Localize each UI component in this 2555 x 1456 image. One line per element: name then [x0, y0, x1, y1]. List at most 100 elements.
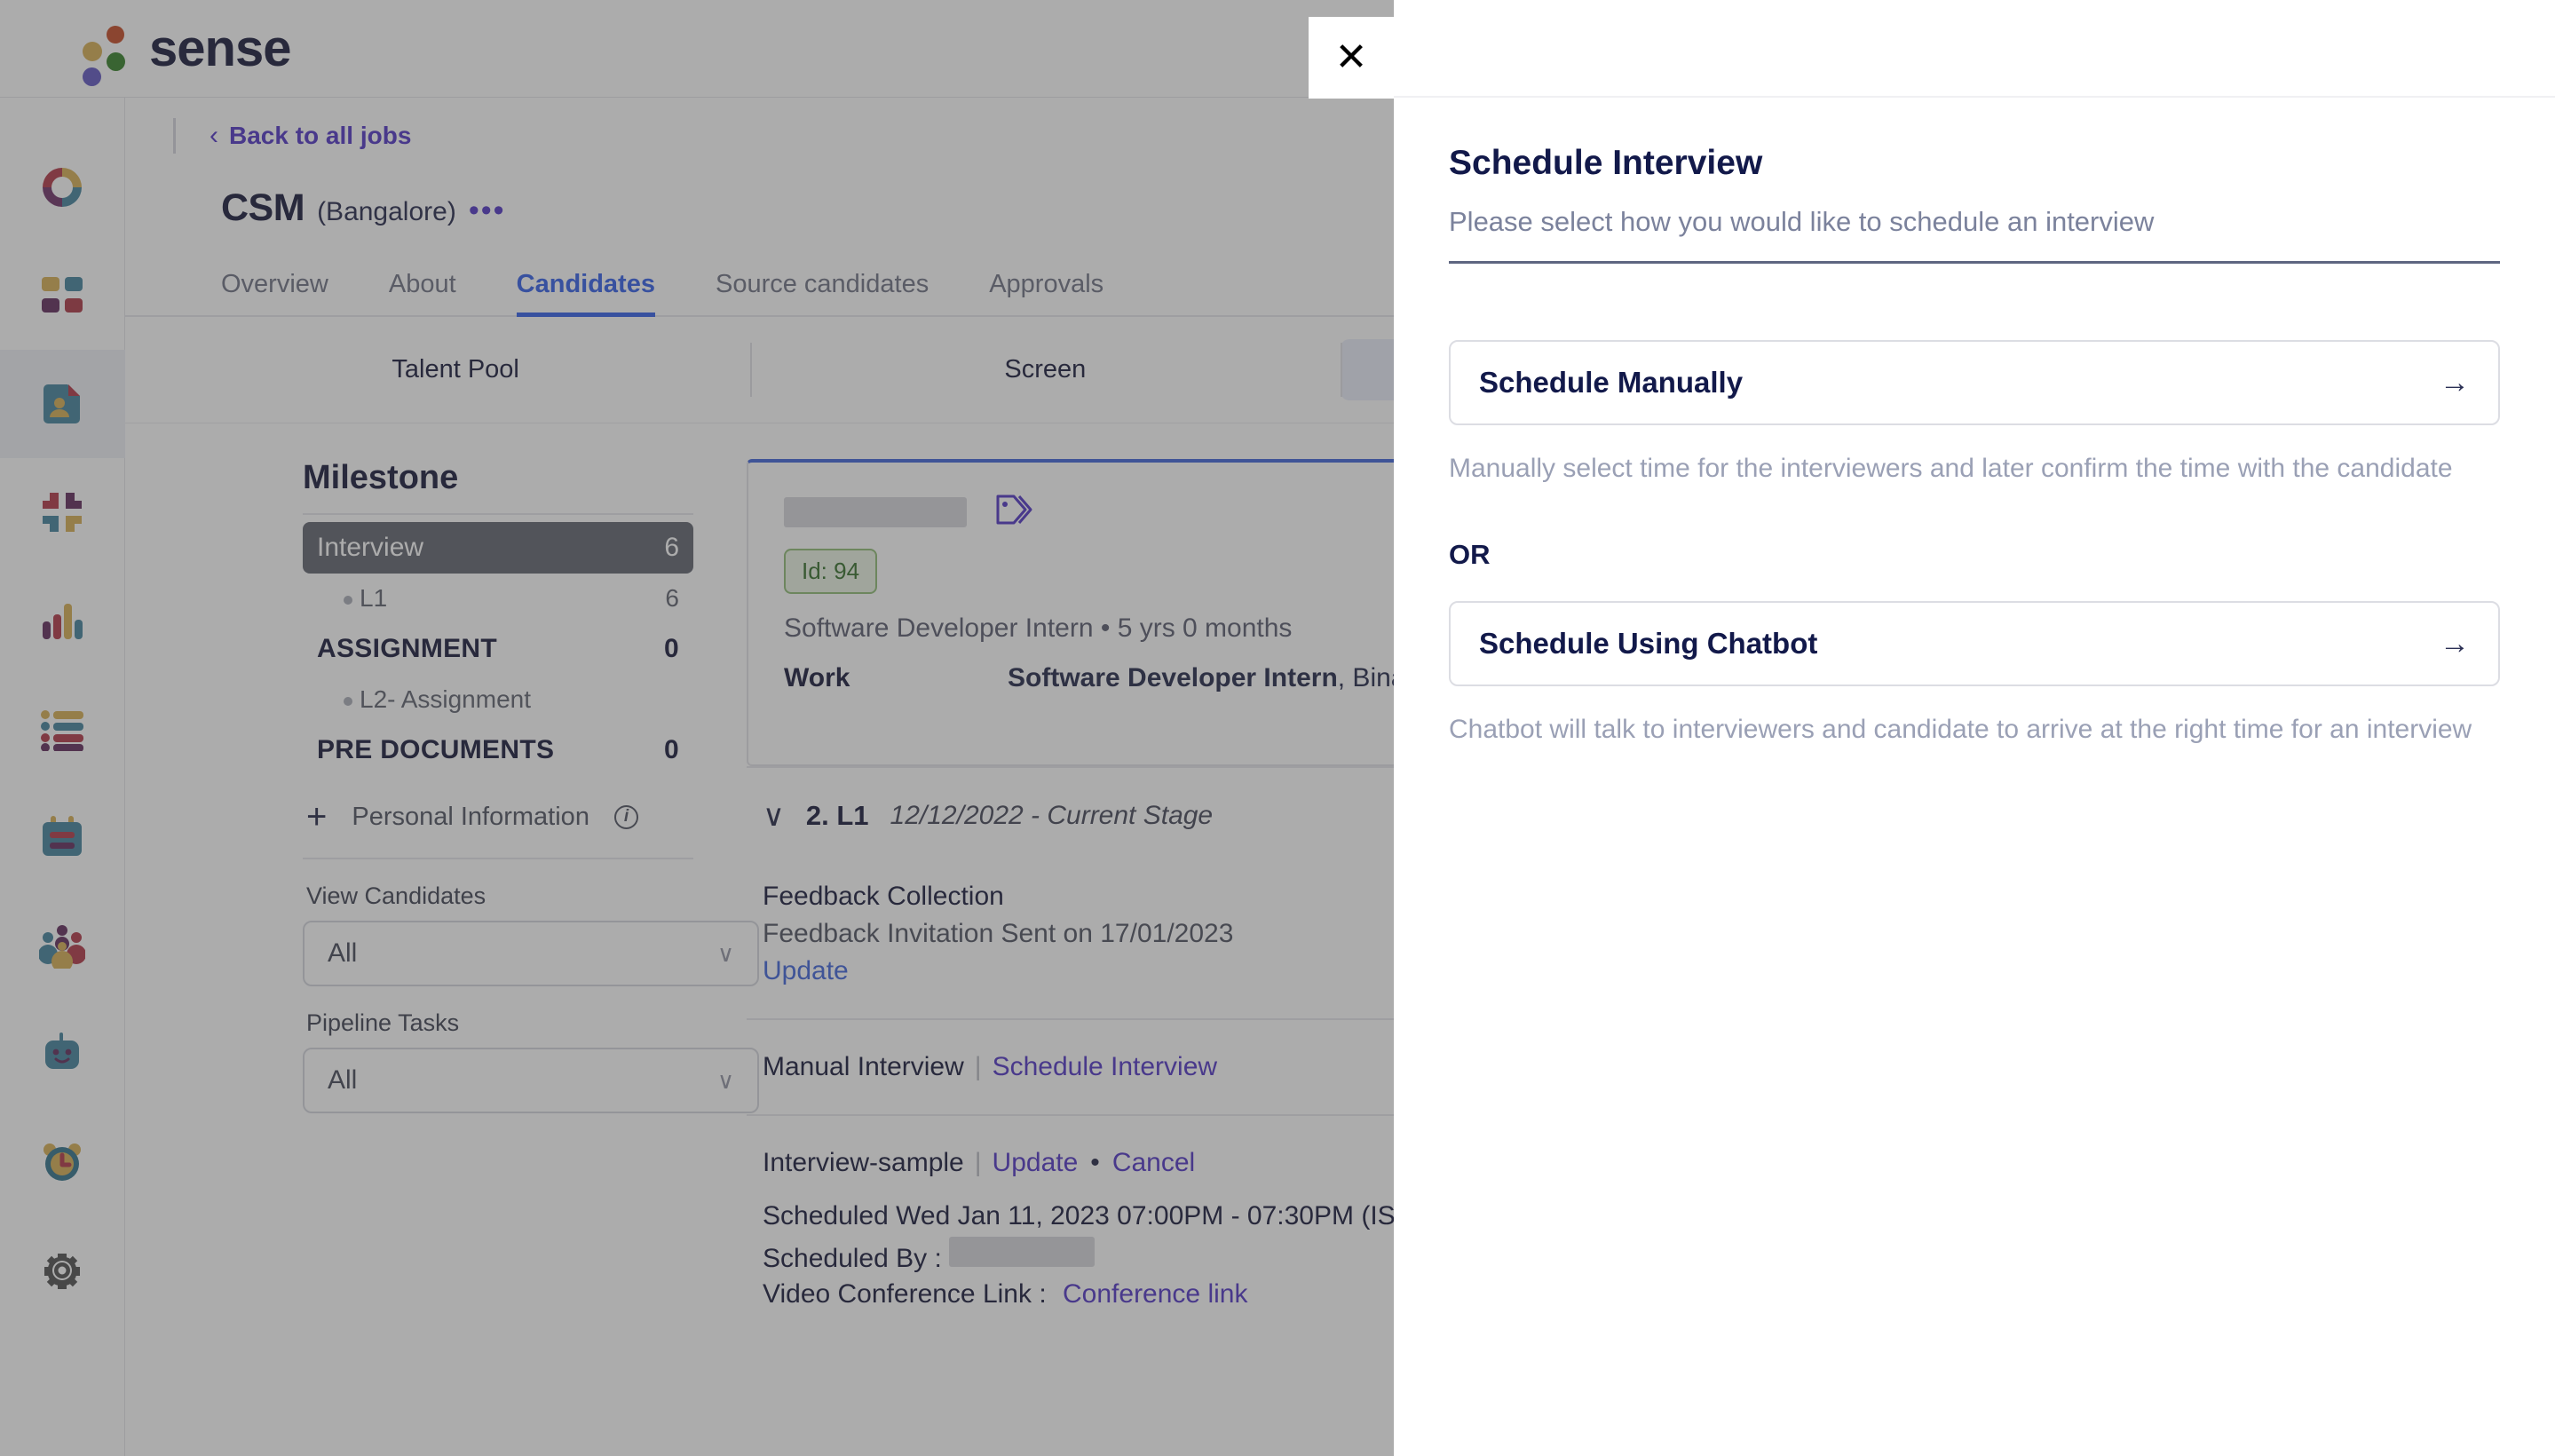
- milestone-panel: Milestone Interview 6 L1 6 ASSIGNMENT 0: [125, 459, 759, 1341]
- scheduled-by-redacted: [948, 1237, 1095, 1267]
- interview-update-link[interactable]: Update: [993, 1148, 1079, 1178]
- milestone-divider: [303, 513, 693, 515]
- schedule-manually-option[interactable]: Schedule Manually →: [1449, 340, 2500, 425]
- dot-separator: •: [1090, 1148, 1100, 1177]
- video-conference-label: Video Conference Link :: [763, 1279, 1047, 1309]
- add-personal-information[interactable]: + Personal Information i: [306, 799, 693, 835]
- milestone-label: L1: [360, 584, 388, 612]
- milestone-row-assignment[interactable]: ASSIGNMENT 0: [303, 623, 693, 675]
- rail-item-engage[interactable]: [0, 458, 125, 566]
- back-to-all-jobs-link[interactable]: ‹ Back to all jobs: [210, 122, 411, 150]
- candidate-name-redacted: [784, 496, 967, 527]
- candidate-id-badge: Id: 94: [784, 549, 878, 594]
- alarm-clock-icon: [39, 1139, 85, 1185]
- tab-overview[interactable]: Overview: [221, 270, 359, 315]
- schedule-manually-label: Schedule Manually: [1479, 366, 1744, 399]
- milestone-label: L2- Assignment: [360, 685, 531, 713]
- rail-item-calendar[interactable]: [0, 783, 125, 891]
- interview-sample-label: Interview-sample: [763, 1148, 964, 1177]
- plus-icon: +: [306, 797, 328, 836]
- job-location: (Bangalore): [317, 197, 456, 226]
- list-icon: [40, 707, 84, 751]
- milestone-row-l2-assignment[interactable]: L2- Assignment: [303, 675, 693, 724]
- schedule-chatbot-description: Chatbot will talk to interviewers and ca…: [1449, 715, 2472, 744]
- stage-date-label: 12/12/2022 - Current Stage: [890, 801, 1214, 830]
- rail-item-reminders[interactable]: [0, 1108, 125, 1216]
- rail-item-dashboard[interactable]: [0, 133, 125, 241]
- pipeline-tasks-label: Pipeline Tasks: [306, 1009, 460, 1036]
- gear-icon: [40, 1248, 84, 1293]
- rail-item-chatbot[interactable]: [0, 1000, 125, 1108]
- chatbot-icon: [39, 1031, 85, 1077]
- bullet-icon: [344, 595, 352, 605]
- drawer-subtitle: Please select how you would like to sche…: [1449, 206, 2155, 237]
- drawer-title: Schedule Interview: [1449, 144, 1763, 182]
- pipeline-tasks-select[interactable]: All ∨: [303, 1048, 759, 1113]
- candidate-document-icon: [38, 380, 86, 428]
- rail-item-apps[interactable]: [0, 241, 125, 350]
- schedule-chatbot-option[interactable]: Schedule Using Chatbot →: [1449, 601, 2500, 686]
- schedule-manually-description: Manually select time for the interviewer…: [1449, 454, 2453, 483]
- view-candidates-select[interactable]: All ∨: [303, 921, 759, 986]
- job-title: CSM: [221, 186, 305, 229]
- manual-interview-label: Manual Interview: [763, 1052, 964, 1081]
- feedback-update-link[interactable]: Update: [763, 956, 849, 985]
- arrow-right-icon: →: [2440, 627, 2470, 661]
- milestone-count: 0: [664, 735, 679, 764]
- brand-name: sense: [149, 19, 291, 77]
- close-drawer-button[interactable]: ✕: [1309, 17, 1394, 99]
- stage-number-label: 2. L1: [805, 800, 869, 831]
- bullet-icon: [344, 696, 352, 706]
- chevron-down-icon[interactable]: ∨: [763, 801, 785, 831]
- close-icon: ✕: [1334, 36, 1368, 79]
- tab-approvals[interactable]: Approvals: [959, 270, 1134, 315]
- breadcrumb-divider: [173, 118, 176, 154]
- milestone-label: ASSIGNMENT: [317, 634, 498, 663]
- candidate-work-key: Work: [784, 663, 850, 692]
- row-separator: |: [974, 1052, 982, 1081]
- scheduled-by-label: Scheduled By :: [763, 1244, 942, 1273]
- milestone-count: 6: [664, 533, 679, 562]
- screen-root: sense ‹ Back to all jobs CSM (Bangalore)…: [0, 0, 2555, 1456]
- milestone-count: 0: [664, 634, 679, 663]
- interview-cancel-link[interactable]: Cancel: [1112, 1148, 1195, 1178]
- tab-candidates[interactable]: Candidates: [486, 270, 685, 317]
- bar-chart-icon: [40, 598, 84, 643]
- info-icon[interactable]: i: [613, 804, 638, 829]
- people-group-icon: [39, 922, 85, 969]
- grid-tiles-icon: [40, 273, 84, 318]
- left-nav-rail: [0, 98, 125, 1456]
- drawer-rule: [1449, 261, 2500, 264]
- drawer-body: Schedule Interview Please select how you…: [1394, 98, 2555, 745]
- job-more-menu-icon[interactable]: •••: [469, 195, 506, 226]
- sense-dots-icon: [82, 22, 130, 86]
- rail-item-lists[interactable]: [0, 675, 125, 783]
- tag-icon[interactable]: [995, 495, 1032, 530]
- tab-source-candidates[interactable]: Source candidates: [685, 270, 959, 315]
- rail-item-teams[interactable]: [0, 891, 125, 1000]
- arrow-right-icon: →: [2440, 366, 2470, 400]
- milestone-row-interview[interactable]: Interview 6: [303, 522, 693, 574]
- view-candidates-value: All: [328, 938, 358, 968]
- donut-chart-icon: [40, 165, 84, 210]
- chevron-left-icon: ‹: [210, 121, 218, 150]
- milestone-label: PRE DOCUMENTS: [317, 735, 555, 764]
- candidate-work-value: Software Developer Intern, Binary: [1008, 663, 1428, 693]
- conference-link[interactable]: Conference link: [1063, 1279, 1247, 1309]
- milestone-row-pre-documents[interactable]: PRE DOCUMENTS 0: [303, 724, 693, 776]
- drawer-top-strip: [1394, 0, 2555, 98]
- brand-logo[interactable]: sense: [82, 19, 291, 86]
- stage-talent-pool[interactable]: Talent Pool: [161, 339, 750, 400]
- pipeline-tasks-value: All: [328, 1065, 358, 1095]
- milestone-row-l1[interactable]: L1 6: [303, 574, 693, 623]
- row-separator: |: [974, 1148, 982, 1177]
- tab-about[interactable]: About: [359, 270, 486, 315]
- add-personal-information-label: Personal Information: [352, 802, 589, 831]
- rail-item-jobs[interactable]: [0, 350, 125, 458]
- rail-item-analytics[interactable]: [0, 566, 125, 675]
- schedule-interview-link[interactable]: Schedule Interview: [993, 1052, 1217, 1082]
- milestone-heading: Milestone: [303, 459, 459, 496]
- filters-divider: [303, 858, 693, 859]
- stage-screen[interactable]: Screen: [750, 339, 1340, 400]
- rail-item-settings[interactable]: [0, 1216, 125, 1325]
